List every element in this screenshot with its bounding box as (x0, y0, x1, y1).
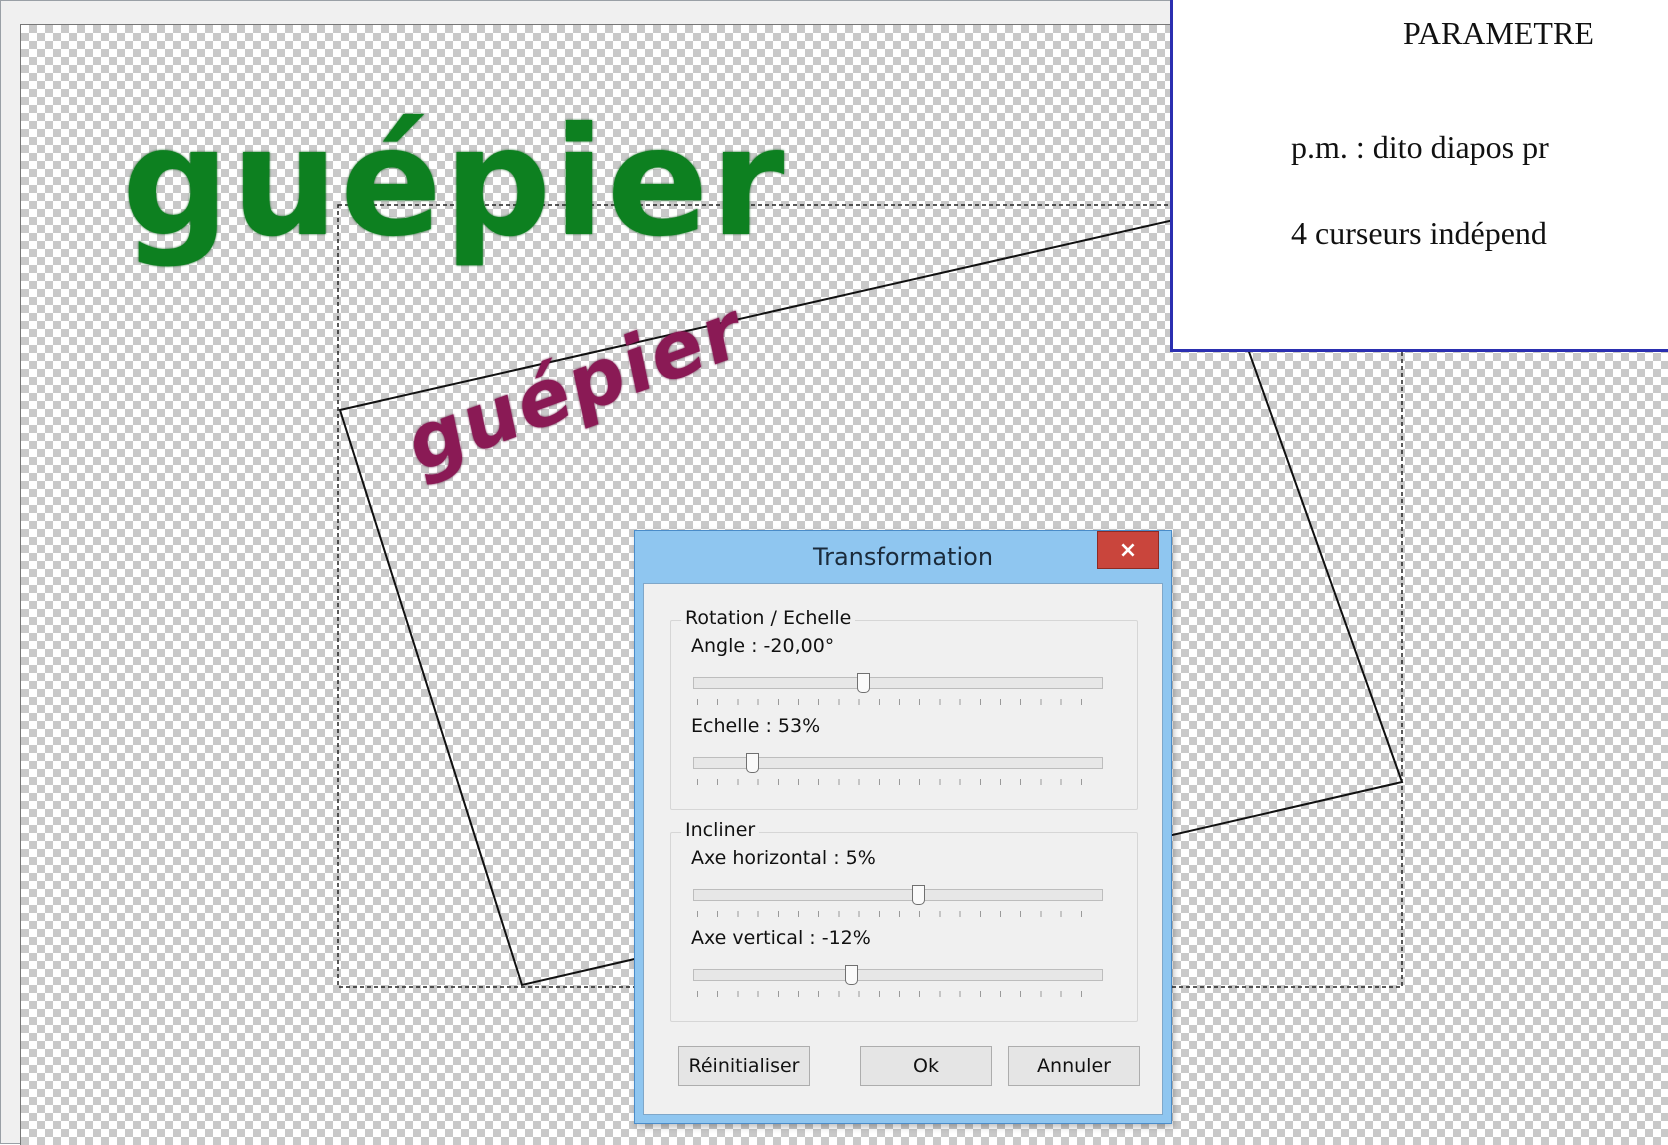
dialog-body: Rotation / Echelle Angle : -20,00° Echel… (643, 583, 1163, 1115)
parameters-note: PARAMETRE p.m. : dito diapos pr 4 curseu… (1170, 0, 1668, 352)
horizontal-axis-slider-ticks (697, 911, 1101, 917)
cancel-button[interactable]: Annuler (1008, 1046, 1140, 1086)
close-button[interactable]: × (1097, 531, 1159, 569)
horizontal-axis-label: Axe horizontal : 5% (691, 847, 876, 869)
transformation-dialog: Transformation × Rotation / Echelle Angl… (634, 530, 1172, 1124)
vertical-axis-slider-ticks (697, 991, 1101, 997)
reset-button[interactable]: Réinitialiser (678, 1046, 810, 1086)
vertical-axis-slider-track[interactable] (693, 965, 1103, 985)
scale-slider-ticks (697, 779, 1101, 785)
note-line-1: p.m. : dito diapos pr (1291, 129, 1549, 165)
vertical-axis-label: Axe vertical : -12% (691, 927, 871, 949)
large-text-layer[interactable]: guépier (122, 96, 786, 270)
ok-button[interactable]: Ok (860, 1046, 992, 1086)
skew-group: Incliner Axe horizontal : 5% Axe vertica… (670, 819, 1138, 1022)
angle-label: Angle : -20,00° (691, 635, 835, 657)
note-title: PARAMETRE (1403, 15, 1594, 51)
rotation-scale-legend: Rotation / Echelle (681, 607, 856, 629)
rotation-scale-group: Rotation / Echelle Angle : -20,00° Echel… (670, 607, 1138, 810)
scale-slider-thumb[interactable] (746, 753, 759, 773)
scale-label: Echelle : 53% (691, 715, 821, 737)
skew-legend: Incliner (681, 819, 760, 841)
note-line-2: 4 curseurs indépend (1291, 215, 1547, 251)
dialog-title: Transformation (812, 543, 994, 571)
editor-window: guépier guépier PARAMETRE p.m. : dito di… (0, 0, 1668, 1145)
vertical-axis-slider-thumb[interactable] (845, 965, 858, 985)
angle-slider-ticks (697, 699, 1101, 705)
angle-slider-track[interactable] (693, 673, 1103, 693)
close-icon: × (1118, 537, 1138, 563)
angle-slider-thumb[interactable] (857, 673, 870, 693)
scale-slider-track[interactable] (693, 753, 1103, 773)
horizontal-axis-slider-thumb[interactable] (912, 885, 925, 905)
horizontal-axis-slider-track[interactable] (693, 885, 1103, 905)
